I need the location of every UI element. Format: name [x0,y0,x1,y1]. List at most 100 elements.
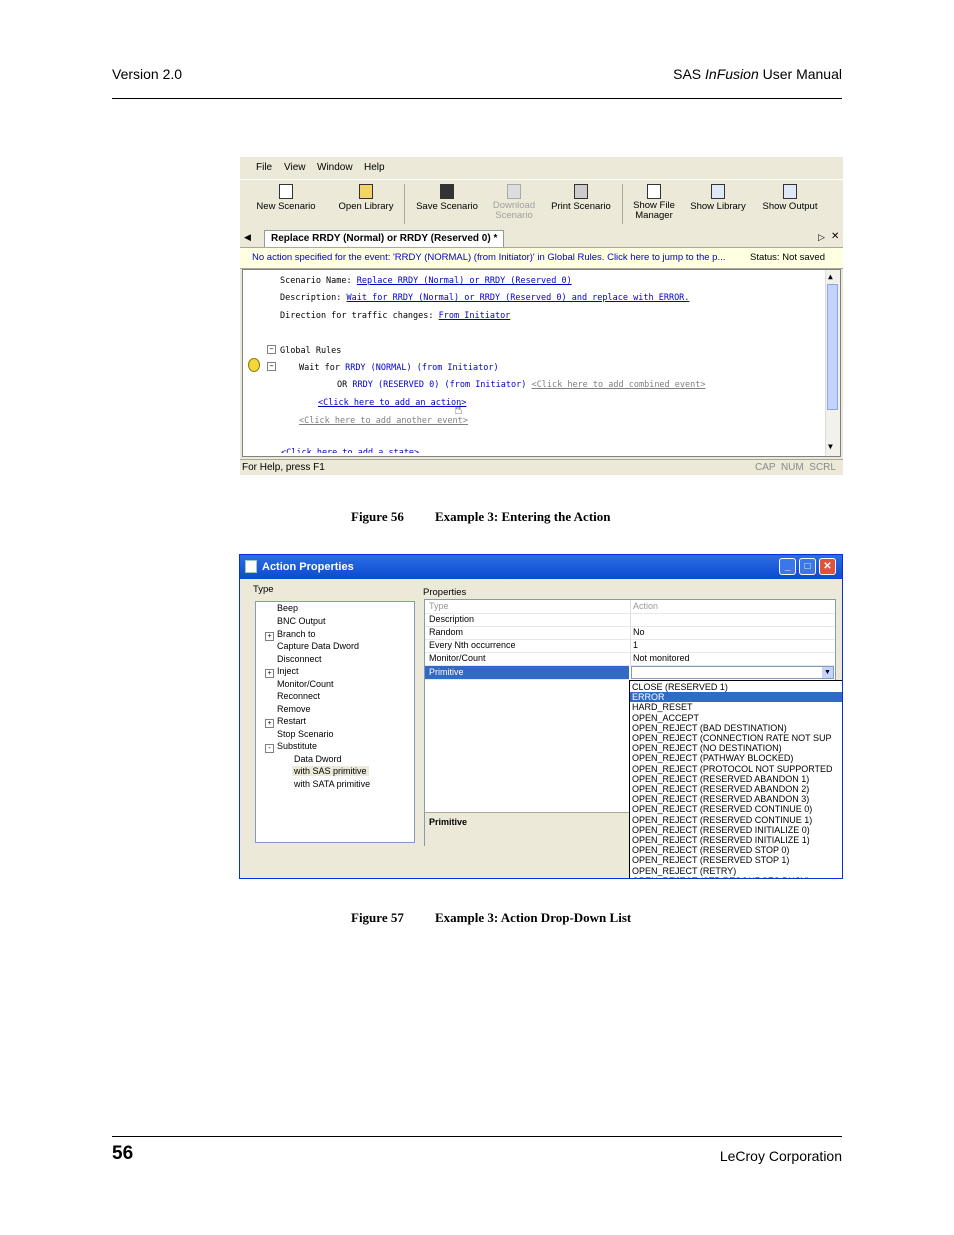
collapse-global-rules-icon[interactable]: − [267,345,276,354]
figure56-caption-text: Example 3: Entering the Action [435,509,611,524]
scenario-name-link[interactable]: Replace RRDY (Normal) or RRDY (Reserved … [357,276,572,286]
add-another-event-link[interactable]: <Click here to add another event> [299,416,468,426]
show-file-manager-label: Show File Manager [633,200,675,221]
dropdown-option[interactable]: OPEN_REJECT (BAD DESTINATION) [632,723,787,733]
tree-item[interactable]: Disconnect [277,654,322,664]
tab-close-icon[interactable]: ✕ [831,231,839,242]
scroll-up-icon[interactable]: ▲ [828,272,833,281]
figure56-caption-number: Figure 56 [351,509,404,524]
tree-item-label: with SATA primitive [294,779,371,789]
open-library-button[interactable]: Open Library [334,184,398,212]
chevron-down-icon[interactable]: ▼ [822,667,833,678]
tree-item[interactable]: Beep [277,603,298,613]
wait-for-line: Wait for RRDY (NORMAL) (from Initiator) [299,363,499,373]
tree-item[interactable]: BNC Output [277,616,326,626]
dropdown-option[interactable]: OPEN_REJECT (STP RESOURCES BUSY) [632,876,810,878]
footer-company: LeCroy Corporation [719,1148,842,1164]
scenario-name-line: Scenario Name: Replace RRDY (Normal) or … [280,276,572,286]
tab-scroll-left-icon[interactable]: ◀ [244,232,251,243]
download-scenario-button[interactable]: Download Scenario [488,184,540,221]
wait-event-link[interactable]: RRDY (NORMAL) (from Initiator) [345,363,499,373]
tab-scroll-right-icon[interactable]: ▷ [818,232,825,243]
tree-item[interactable]: Restart [277,716,306,726]
property-name: Primitive [429,667,464,677]
tree-item[interactable]: Substitute [277,741,317,751]
dropdown-option[interactable]: OPEN_REJECT (RESERVED CONTINUE 1) [632,815,812,825]
expand-icon[interactable]: + [265,632,274,641]
tree-item[interactable]: with SATA primitive [294,779,370,789]
dropdown-option[interactable]: OPEN_REJECT (PATHWAY BLOCKED) [632,753,793,763]
direction-line: Direction for traffic changes: From Init… [280,311,510,321]
tree-item-selected[interactable]: with SAS primitive [292,766,369,776]
menu-help[interactable]: Help [364,162,385,173]
tree-item[interactable]: Data Dword [294,754,342,764]
menu-file[interactable]: File [256,162,272,173]
collapse-event-icon[interactable]: − [267,362,276,371]
primitive-select[interactable]: ▼ [631,666,834,679]
new-scenario-button[interactable]: New Scenario [254,184,318,212]
info-message[interactable]: No action specified for the event: 'RRDY… [252,252,738,263]
tree-item[interactable]: Stop Scenario [277,729,334,739]
add-combined-event-link[interactable]: <Click here to add combined event> [532,380,706,390]
scroll-down-icon[interactable]: ▼ [828,442,833,451]
primitive-dropdown-list[interactable]: CLOSE (RESERVED 1) ERROR HARD_RESET OPEN_AC… [629,680,842,878]
dropdown-option[interactable]: OPEN_REJECT (RESERVED CONTINUE 0) [632,804,812,814]
menu-window[interactable]: Window [317,162,353,173]
scenario-editor: Scenario Name: Replace RRDY (Normal) or … [242,269,841,457]
editor-vertical-scrollbar[interactable]: ▲ ▼ [825,270,840,456]
print-scenario-button[interactable]: Print Scenario [548,184,614,212]
dropdown-option[interactable]: OPEN_REJECT (RESERVED INITIALIZE 1) [632,835,810,845]
maximize-button[interactable]: □ [799,558,816,575]
manual-product: InFusion [705,66,759,82]
dropdown-option-selected[interactable]: ERROR [630,692,842,703]
menu-view[interactable]: View [284,162,306,173]
collapse-icon[interactable]: - [265,744,274,753]
dropdown-option[interactable]: OPEN_REJECT (RESERVED ABANDON 3) [632,794,809,804]
or-event-link[interactable]: RRDY (RESERVED 0) (from Initiator) [352,380,526,390]
dropdown-option[interactable]: CLOSE (RESERVED 1) [632,682,728,692]
tree-item[interactable]: Remove [277,704,311,714]
property-value: Action [633,601,659,611]
property-name: Type [429,601,449,611]
tree-item[interactable]: Capture Data Dword [277,641,359,651]
tree-item[interactable]: Inject [277,666,299,676]
close-button[interactable]: ✕ [819,558,836,575]
expand-icon[interactable]: + [265,669,274,678]
direction-label: Direction for traffic changes: [280,311,434,321]
dropdown-option[interactable]: OPEN_ACCEPT [632,713,699,723]
dropdown-option[interactable]: OPEN_REJECT (RESERVED STOP 0) [632,845,789,855]
minimize-button[interactable]: _ [779,558,796,575]
property-row-selected[interactable]: Primitive [425,666,629,680]
dropdown-option[interactable]: OPEN_REJECT (RESERVED ABANDON 2) [632,784,809,794]
dropdown-option[interactable]: OPEN_REJECT (CONNECTION RATE NOT SUP [632,733,832,743]
new-file-icon [279,184,293,199]
tree-item-label: Inject [277,666,299,676]
description-box-title: Primitive [429,817,468,827]
show-output-button[interactable]: Show Output [758,184,822,212]
tree-item[interactable]: Monitor/Count [277,679,334,689]
show-library-button[interactable]: Show Library [688,184,748,212]
toolbar-separator [404,184,405,224]
tree-item[interactable]: Reconnect [277,691,320,701]
tree-item[interactable]: Branch to [277,629,316,639]
save-scenario-button[interactable]: Save Scenario [414,184,480,212]
tab-scenario[interactable]: Replace RRDY (Normal) or RRDY (Reserved … [264,230,505,247]
expand-icon[interactable]: + [265,719,274,728]
dropdown-option[interactable]: OPEN_REJECT (RESERVED STOP 1) [632,855,789,865]
header-rule [112,98,842,99]
direction-link[interactable]: From Initiator [439,311,511,321]
description-link[interactable]: Wait for RRDY (Normal) or RRDY (Reserved… [347,293,690,303]
dropdown-option[interactable]: OPEN_REJECT (RESERVED INITIALIZE 0) [632,825,810,835]
dropdown-option[interactable]: OPEN_REJECT (PROTOCOL NOT SUPPORTED [632,764,833,774]
dropdown-option[interactable]: HARD_RESET [632,702,693,712]
dropdown-option[interactable]: OPEN_REJECT (RETRY) [632,866,736,876]
scenario-name-label: Scenario Name: [280,276,352,286]
status-indicator: Status: Not saved [750,252,825,263]
scrollbar-thumb[interactable] [827,284,838,410]
add-action-link[interactable]: <Click here to add an action> [318,398,466,408]
figure57-caption-number: Figure 57 [351,910,404,925]
show-file-manager-button[interactable]: Show File Manager [630,184,678,221]
dropdown-option[interactable]: OPEN_REJECT (NO DESTINATION) [632,743,782,753]
dropdown-option[interactable]: OPEN_REJECT (RESERVED ABANDON 1) [632,774,809,784]
add-state-link[interactable]: <Click here to add a state> [281,448,419,453]
